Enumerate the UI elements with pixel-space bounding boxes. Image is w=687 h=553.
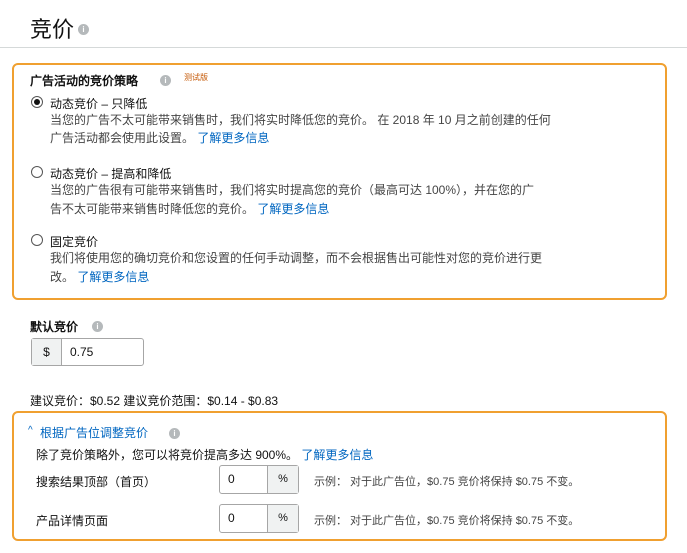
option-desc-line2: 改。 了解更多信息 [50,270,150,284]
product-pages-input[interactable]: 0 % [219,504,299,533]
learn-more-link[interactable]: 了解更多信息 [257,202,329,216]
placement-row-label: 搜索结果顶部（首页） [36,475,157,489]
learn-more-link[interactable]: 了解更多信息 [197,131,269,145]
percent-suffix: % [267,466,298,493]
percent-suffix: % [267,505,298,532]
default-bid-input[interactable]: $ 0.75 [31,338,144,366]
radio-down-only[interactable] [31,96,43,108]
default-bid-label: 默认竞价 [30,320,79,334]
radio-up-and-down[interactable] [31,166,43,178]
pct-value: 0 [228,511,235,525]
placement-toggle[interactable]: 根据广告位调整竞价 [40,424,148,441]
option-desc-line2: 告不太可能带来销售时降低您的竞价。 了解更多信息 [50,202,330,216]
info-icon[interactable]: i [160,75,171,86]
placement-desc: 除了竞价策略外，您可以将竞价提高多达 900%。 了解更多信息 [36,448,374,462]
placement-example: 示例： 对于此广告位，$0.75 竞价将保持 $0.75 不变。 [314,476,580,488]
strategy-title: 广告活动的竞价策略 [30,74,139,88]
option-label: 动态竞价 – 只降低 [50,97,148,111]
currency-prefix: $ [32,339,62,365]
info-icon[interactable]: i [169,428,180,439]
page-header: 竞价 i [0,0,687,48]
learn-more-link[interactable]: 了解更多信息 [301,448,373,462]
radio-fixed[interactable] [31,234,43,246]
beta-badge: 测试版 [184,73,208,82]
placement-example: 示例： 对于此广告位，$0.75 竞价将保持 $0.75 不变。 [314,515,580,527]
option-label: 动态竞价 – 提高和降低 [50,167,172,181]
top-of-search-input[interactable]: 0 % [219,465,299,494]
page-title: 竞价 [30,17,75,42]
option-desc: 我们将使用您的确切竞价和您设置的任何手动调整，而不会根据售出可能性对您的竞价进行… [50,251,543,265]
learn-more-link[interactable]: 了解更多信息 [77,270,149,284]
suggested-bid-text: 建议竞价：$0.52 建议竞价范围：$0.14 - $0.83 [30,394,279,408]
default-bid-value: 0.75 [70,345,94,359]
placement-row-label: 产品详情页面 [36,514,109,528]
option-desc: 当您的广告很有可能带来销售时，我们将实时提高您的竞价（最高可达 100%），并在… [50,183,535,197]
option-label: 固定竞价 [50,235,99,249]
pct-value: 0 [228,472,235,486]
option-desc: 当您的广告不太可能带来销售时，我们将实时降低您的竞价。 在 2018 年 10 … [50,113,551,127]
info-icon[interactable]: i [78,24,89,35]
chevron-up-icon[interactable]: ^ [28,425,33,436]
option-desc-line2: 广告活动都会使用此设置。 了解更多信息 [50,131,270,145]
info-icon[interactable]: i [92,321,103,332]
